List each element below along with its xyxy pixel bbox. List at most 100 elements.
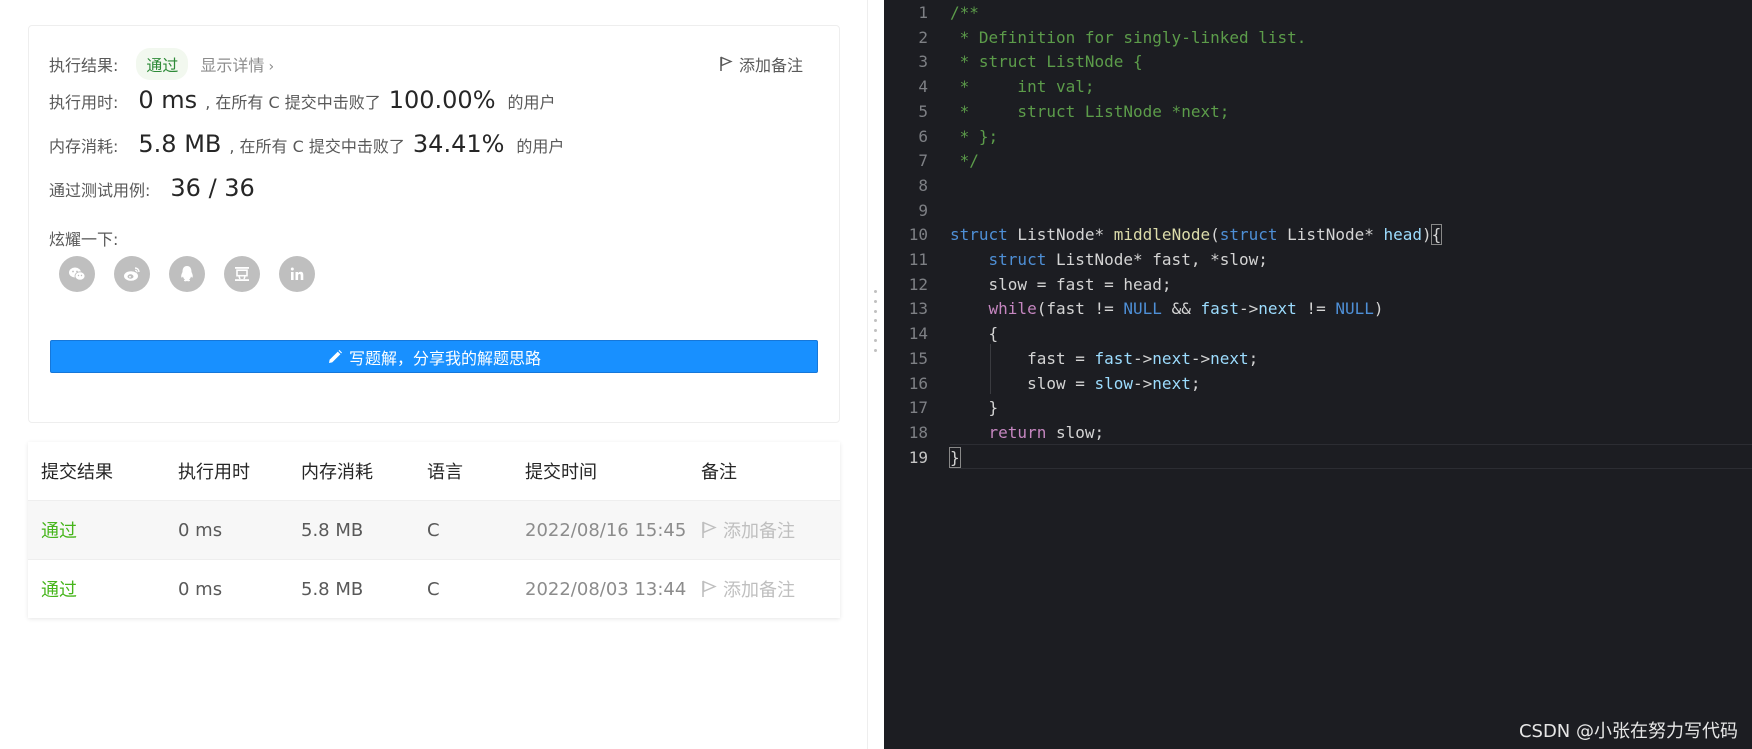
- table-header: 提交结果 执行用时 内存消耗 语言 提交时间 备注: [28, 442, 840, 500]
- code-token: fast =: [950, 348, 1095, 368]
- code-token: ->: [1133, 373, 1153, 393]
- add-note-label: 添加备注: [738, 56, 803, 75]
- code-token: ListNode*: [1007, 225, 1114, 245]
- code-token: {: [1430, 224, 1443, 246]
- code-editor[interactable]: 1 2 3 4 5 6 7 8 9 10 11 12 13 14 15 16 17 18 19 /** * Defi…: [884, 0, 1752, 749]
- wechat-icon[interactable]: [59, 256, 95, 292]
- line-number: 7: [918, 151, 928, 171]
- code-line[interactable]: /**: [950, 0, 979, 25]
- row-status-link[interactable]: 通过: [41, 517, 77, 543]
- code-token: ): [1373, 299, 1384, 319]
- code-line[interactable]: slow = fast = head;: [950, 272, 1172, 297]
- add-note-button[interactable]: 添加备注: [719, 52, 803, 76]
- douban-icon[interactable]: [224, 256, 260, 292]
- row-add-note-button[interactable]: 添加备注: [701, 517, 795, 543]
- code-token: fast: [1094, 348, 1134, 368]
- share-row-label: 炫耀一下:: [49, 226, 118, 250]
- result-label: 执行结果:: [49, 56, 119, 75]
- chevron-right-icon[interactable]: ›: [268, 59, 274, 75]
- linkedin-icon[interactable]: [279, 256, 315, 292]
- code-line[interactable]: return slow;: [950, 420, 1105, 445]
- write-solution-button[interactable]: 写题解，分享我的解题思路: [50, 340, 818, 373]
- line-number: 18: [908, 422, 928, 442]
- code-token: ->: [1239, 299, 1259, 319]
- code-line[interactable]: * };: [950, 124, 999, 149]
- code-token: (fast !=: [1036, 299, 1124, 319]
- code-line[interactable]: */: [950, 148, 979, 173]
- result-card: 执行结果: 通过 显示详情 › 添加备注 执行用时: 0 ms , 在所有 C …: [28, 25, 840, 423]
- memory-label: 内存消耗:: [49, 137, 119, 156]
- code-line[interactable]: struct ListNode* fast, *slow;: [950, 247, 1268, 272]
- row-add-note-button[interactable]: 添加备注: [701, 576, 795, 602]
- share-label: 炫耀一下:: [49, 230, 119, 249]
- code-token: struct: [1219, 225, 1278, 245]
- code-line[interactable]: * struct ListNode {: [950, 49, 1143, 74]
- code-line[interactable]: }: [950, 395, 999, 420]
- code-line[interactable]: {: [950, 321, 999, 346]
- code-token: {: [950, 324, 999, 344]
- code-line[interactable]: fast = fast->next->next;: [950, 346, 1258, 371]
- memory-suffix: 的用户: [516, 137, 565, 156]
- code-token: * struct ListNode *next;: [950, 101, 1230, 121]
- line-number: 4: [918, 77, 928, 97]
- code-token: * };: [950, 126, 999, 146]
- code-line[interactable]: struct ListNode* middleNode(struct ListN…: [950, 222, 1443, 247]
- line-number: 17: [908, 398, 928, 418]
- line-number: 5: [918, 101, 928, 121]
- memory-value: 5.8 MB: [138, 130, 222, 158]
- header-memory: 内存消耗: [301, 462, 373, 483]
- table-row[interactable]: 通过 0 ms 5.8 MB C 2022/08/03 13:44 添加备注: [28, 559, 840, 618]
- row-runtime: 0 ms: [178, 578, 223, 600]
- line-number: 15: [908, 348, 928, 368]
- drag-handle-icon[interactable]: [874, 290, 877, 352]
- result-row: 执行结果: 通过 显示详情 ›: [49, 48, 274, 80]
- memory-beat-text: , 在所有 C 提交中击败了: [229, 137, 405, 156]
- line-number: 13: [908, 299, 928, 319]
- testcases-row: 通过测试用例: 36 / 36: [49, 174, 255, 202]
- code-line[interactable]: slow = slow->next;: [950, 371, 1200, 396]
- row-add-note-label: 添加备注: [723, 521, 795, 542]
- testcases-label: 通过测试用例:: [49, 181, 151, 200]
- code-token: while: [988, 299, 1037, 319]
- runtime-value: 0 ms: [138, 86, 198, 114]
- code-token: */: [950, 151, 979, 171]
- line-number: 8: [918, 175, 928, 195]
- code-token: ;: [1190, 373, 1201, 393]
- code-line[interactable]: * int val;: [950, 74, 1095, 99]
- memory-percentile: 34.41%: [412, 130, 505, 158]
- code-token: NULL: [1335, 299, 1374, 319]
- qq-icon[interactable]: [169, 256, 205, 292]
- code-token: /**: [950, 3, 979, 22]
- show-details-link[interactable]: 显示详情: [200, 52, 264, 76]
- line-number: 10: [908, 225, 928, 245]
- line-number: 3: [918, 52, 928, 72]
- line-number: 2: [918, 27, 928, 47]
- share-buttons: [59, 256, 315, 292]
- line-number: 6: [918, 126, 928, 146]
- flag-icon: [720, 56, 733, 71]
- table-row[interactable]: 通过 0 ms 5.8 MB C 2022/08/16 15:45 添加备注: [28, 500, 840, 559]
- weibo-icon[interactable]: [114, 256, 150, 292]
- watermark: CSDN @小张在努力写代码: [1518, 721, 1738, 742]
- pane-splitter[interactable]: [868, 0, 884, 749]
- code-line[interactable]: while(fast != NULL && fast->next != NULL…: [950, 296, 1384, 321]
- code-token: slow: [1094, 373, 1134, 393]
- code-token: }: [950, 398, 999, 418]
- code-token: struct: [950, 225, 1008, 245]
- code-token: head: [1383, 225, 1423, 245]
- header-runtime: 执行用时: [178, 462, 250, 483]
- code-line[interactable]: * struct ListNode *next;: [950, 99, 1230, 124]
- pencil-icon: [328, 349, 342, 363]
- header-note: 备注: [701, 462, 737, 483]
- code-line[interactable]: }: [949, 445, 961, 470]
- row-status-link[interactable]: 通过: [41, 576, 77, 602]
- runtime-percentile: 100.00%: [388, 86, 496, 114]
- code-line[interactable]: * Definition for singly-linked list.: [950, 25, 1307, 50]
- current-line-highlight: [950, 444, 1752, 469]
- header-status: 提交结果: [41, 462, 113, 483]
- submissions-table: 提交结果 执行用时 内存消耗 语言 提交时间 备注 通过 0 ms 5.8 MB…: [28, 442, 840, 618]
- result-status-badge: 通过: [136, 48, 189, 80]
- code-token: struct: [988, 250, 1047, 269]
- testcases-value: 36 / 36: [170, 174, 255, 202]
